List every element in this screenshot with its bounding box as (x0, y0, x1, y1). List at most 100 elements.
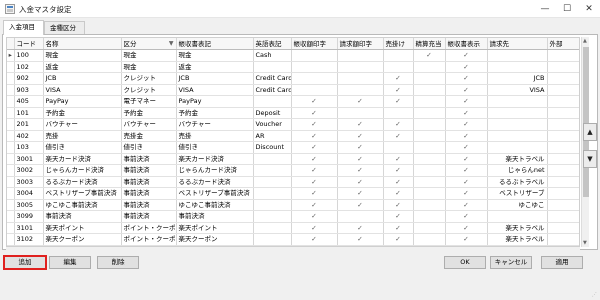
table-cell[interactable]: ✓ (291, 153, 338, 165)
table-cell[interactable]: 現金 (121, 49, 177, 62)
table-cell[interactable]: ✓ (383, 176, 414, 188)
table-cell[interactable]: Credit Card (253, 72, 292, 85)
table-cell[interactable] (337, 61, 384, 73)
horizontal-scrollbar[interactable] (6, 247, 580, 253)
column-header[interactable]: 外部 (547, 38, 579, 50)
table-cell[interactable]: ✓ (291, 233, 338, 246)
table-cell[interactable]: ゆこゆこ事前決済 (43, 199, 122, 211)
table-cell[interactable]: VISA (487, 84, 548, 96)
table-cell[interactable]: ✓ (445, 210, 488, 223)
table-cell[interactable] (547, 61, 579, 73)
table-cell[interactable] (413, 95, 446, 108)
table-cell[interactable] (253, 61, 292, 73)
ok-button[interactable]: OK (444, 256, 486, 269)
table-cell[interactable]: るるぶカード決済 (176, 176, 254, 188)
edit-button[interactable]: 編集 (49, 256, 91, 269)
row-indicator[interactable] (7, 130, 15, 142)
table-cell[interactable]: ✓ (291, 222, 338, 234)
add-button[interactable]: 追加 (3, 255, 47, 270)
table-cell[interactable]: 事前決済 (121, 176, 177, 188)
table-cell[interactable] (253, 164, 292, 177)
table-cell[interactable]: ✓ (445, 107, 488, 119)
table-cell[interactable]: ✓ (445, 153, 488, 165)
table-cell[interactable]: ✓ (445, 233, 488, 246)
table-cell[interactable]: バウチャー (43, 118, 122, 131)
table-cell[interactable]: ✓ (337, 187, 384, 200)
table-cell[interactable]: ✓ (337, 164, 384, 177)
table-cell[interactable] (337, 210, 384, 223)
table-cell[interactable]: ✓ (383, 233, 414, 246)
table-cell[interactable]: 楽天カード決済 (43, 153, 122, 165)
table-cell[interactable] (487, 107, 548, 119)
table-cell[interactable]: 903 (14, 84, 44, 96)
row-indicator[interactable] (7, 176, 15, 188)
scroll-up-icon[interactable]: ▲ (583, 38, 587, 44)
table-cell[interactable]: ✓ (337, 222, 384, 234)
table-cell[interactable]: ✓ (337, 95, 384, 108)
table-cell[interactable]: 売掛金 (121, 130, 177, 142)
table-cell[interactable]: ベストリザーブ事前決済 (176, 187, 254, 200)
table-cell[interactable]: 3101 (14, 222, 44, 234)
table-cell[interactable]: 事前決済 (43, 210, 122, 223)
vertical-scrollbar[interactable]: ▲ ▼ (581, 37, 589, 247)
table-cell[interactable]: 102 (14, 61, 44, 73)
table-cell[interactable]: ✓ (291, 176, 338, 188)
table-cell[interactable]: 予約金 (121, 107, 177, 119)
table-cell[interactable]: ✓ (445, 61, 488, 73)
table-row[interactable]: 3005 ゆこゆこ事前決済 事前決済 ゆこゆこ事前決済 ✓ ✓ ✓ ✓ ゆこゆこ (7, 199, 579, 211)
table-cell[interactable]: ゆこゆこ (487, 199, 548, 211)
table-cell[interactable]: VISA (176, 84, 254, 96)
table-cell[interactable]: 楽天カード決済 (176, 153, 254, 165)
table-row[interactable]: 101 予約金 予約金 予約金 Deposit ✓ ✓ (7, 107, 579, 119)
row-indicator[interactable] (7, 107, 15, 119)
payment-grid[interactable]: コード 名称 区分 ▼ 帳収書表記 英語表記 帳収額印字 請求額印字 売掛け 精算充当 帳収書表示請… (6, 37, 580, 247)
table-cell[interactable] (547, 210, 579, 223)
table-cell[interactable]: バウチャー (176, 118, 254, 131)
table-cell[interactable]: Cash (253, 49, 292, 62)
table-cell[interactable]: 現金 (176, 49, 254, 62)
table-cell[interactable] (413, 222, 446, 234)
table-cell[interactable]: 3099 (14, 210, 44, 223)
table-cell[interactable] (547, 233, 579, 246)
column-header[interactable]: 請求先 (487, 38, 548, 50)
column-header[interactable]: 英語表記 (253, 38, 292, 50)
table-cell[interactable]: 現金 (43, 49, 122, 62)
move-down-button[interactable]: ▼ (583, 150, 597, 168)
table-cell[interactable] (413, 118, 446, 131)
table-cell[interactable]: ✓ (337, 118, 384, 131)
table-cell[interactable]: 3102 (14, 233, 44, 246)
table-row[interactable]: 902 JCB クレジット JCB Credit Card ✓ ✓ JCB (7, 72, 579, 85)
table-row[interactable]: 903 VISA クレジット VISA Credit Card ✓ ✓ VISA (7, 84, 579, 96)
column-header[interactable]: 区分 ▼ (121, 38, 177, 50)
table-cell[interactable] (413, 210, 446, 223)
table-cell[interactable]: じゃらんカード決済 (176, 164, 254, 177)
table-cell[interactable]: 201 (14, 118, 44, 131)
table-cell[interactable]: ✓ (445, 95, 488, 108)
table-row[interactable]: 402 売掛 売掛金 売掛 AR ✓ ✓ ✓ ✓ (7, 130, 579, 142)
row-indicator[interactable] (7, 187, 15, 200)
table-cell[interactable] (547, 141, 579, 154)
table-cell[interactable] (547, 130, 579, 142)
table-cell[interactable]: 楽天トラベル (487, 153, 548, 165)
table-cell[interactable]: ベストリザーブ (487, 187, 548, 200)
table-cell[interactable]: 値引き (176, 141, 254, 154)
table-cell[interactable] (547, 84, 579, 96)
table-cell[interactable]: ✓ (383, 187, 414, 200)
table-cell[interactable]: 楽天トラベル (487, 233, 548, 246)
tab-payment-items[interactable]: 入金項目 (3, 20, 44, 35)
table-cell[interactable]: 902 (14, 72, 44, 85)
row-indicator[interactable]: ▸ (7, 49, 15, 62)
maximize-button[interactable]: ☐ (556, 0, 578, 18)
table-cell[interactable]: 電子マネー (121, 95, 177, 108)
table-cell[interactable]: ✓ (337, 176, 384, 188)
table-cell[interactable] (413, 61, 446, 73)
table-cell[interactable]: Credit Card (253, 84, 292, 96)
table-cell[interactable]: 402 (14, 130, 44, 142)
table-cell[interactable] (487, 118, 548, 131)
table-cell[interactable]: 楽天ポイント (176, 222, 254, 234)
table-cell[interactable]: 楽天ポイント (43, 222, 122, 234)
table-cell[interactable]: 楽天トラベル (487, 222, 548, 234)
row-indicator[interactable] (7, 72, 15, 85)
table-cell[interactable]: ポイント・クーポン (121, 233, 177, 246)
table-cell[interactable]: ✓ (383, 95, 414, 108)
